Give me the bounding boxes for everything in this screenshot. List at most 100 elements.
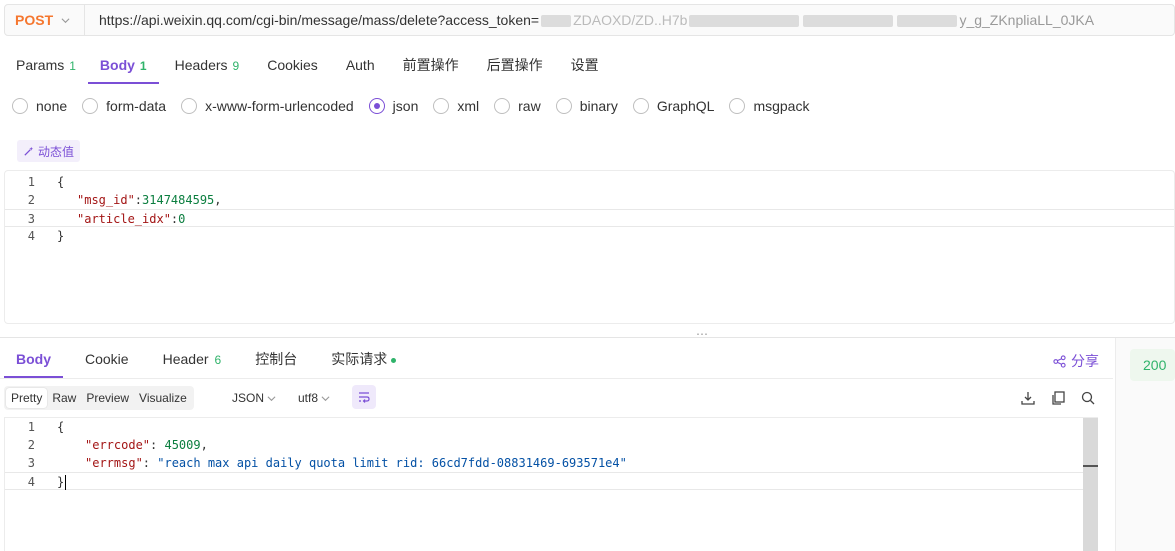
radio-xml[interactable]: xml [433, 98, 479, 114]
json-value: 3147484595 [142, 193, 215, 207]
tab-pre-operations[interactable]: 前置操作 [391, 46, 471, 84]
tab-headers[interactable]: Headers 9 [163, 46, 252, 84]
radio-binary[interactable]: binary [555, 98, 618, 114]
tab-label: Headers [174, 57, 228, 73]
radio-circle [433, 98, 450, 114]
url-fragment: y_g_ZKnpliaLL_0JKA [959, 12, 1095, 28]
code-text: { [57, 420, 65, 434]
radio-circle [181, 98, 198, 114]
tab-response-cookie[interactable]: Cookie [73, 340, 141, 378]
format-preview[interactable]: Preview [81, 388, 134, 408]
encoding-select-value: utf8 [298, 391, 319, 405]
response-body-viewer[interactable]: 1 { 2 "errcode": 45009, 3 "errmsg": "rea… [4, 417, 1098, 551]
share-icon [1053, 354, 1066, 368]
json-brace: } [57, 475, 65, 489]
radio-circle [632, 98, 649, 114]
code-text: } [57, 473, 67, 491]
radio-graphql[interactable]: GraphQL [632, 98, 715, 114]
format-raw[interactable]: Raw [47, 388, 81, 408]
tab-settings[interactable]: 设置 [559, 46, 611, 84]
tab-count: 9 [232, 59, 240, 73]
tab-label: 前置操作 [402, 57, 459, 73]
radio-label: json [392, 98, 419, 114]
dynamic-value-label: 动态值 [38, 144, 75, 159]
tab-response-header[interactable]: Header 6 [151, 340, 234, 378]
redacted-mask [803, 15, 894, 28]
share-label: 分享 [1071, 353, 1099, 369]
dynamic-value-button[interactable]: 动态值 [17, 140, 81, 162]
tab-console[interactable]: 控制台 [243, 340, 309, 378]
request-body-editor[interactable]: 1 { 2 "msg_id":3147484595, 3 "article_id… [4, 170, 1175, 324]
code-line-active: 4 } [5, 472, 1083, 490]
radio-urlencoded[interactable]: x-www-form-urlencoded [181, 98, 354, 114]
share-button[interactable]: 分享 [1053, 351, 1099, 371]
json-sep: : [150, 438, 165, 452]
line-number: 2 [27, 438, 35, 452]
code-text: } [57, 229, 65, 243]
radio-json[interactable]: json [368, 98, 419, 114]
code-line: 2 "errcode": 45009, [5, 436, 1097, 454]
search-icon[interactable] [1080, 390, 1096, 406]
line-number: 3 [27, 212, 35, 226]
format-select[interactable]: JSON [232, 386, 276, 410]
format-toggle: Pretty Raw Preview Visualize [4, 386, 194, 410]
tab-actual-request[interactable]: 实际请求 [319, 340, 408, 378]
tab-body[interactable]: Body 1 [87, 46, 159, 84]
tab-cookies[interactable]: Cookies [255, 46, 330, 84]
radio-form-data[interactable]: form-data [82, 98, 166, 114]
tab-label: 设置 [570, 57, 599, 73]
json-sep: : [142, 456, 158, 470]
format-pretty[interactable]: Pretty [6, 388, 48, 408]
radio-label: x-www-form-urlencoded [205, 98, 354, 114]
radio-label: binary [579, 98, 618, 114]
radio-msgpack[interactable]: msgpack [729, 98, 809, 114]
radio-circle [12, 98, 28, 114]
tab-response-body[interactable]: Body [4, 340, 63, 378]
format-select-value: JSON [232, 391, 265, 405]
tab-count: 1 [139, 59, 147, 73]
tab-label: Params [16, 57, 65, 73]
text-cursor [65, 475, 67, 490]
copy-icon[interactable] [1050, 390, 1066, 406]
radio-label: none [36, 98, 68, 114]
radio-circle [494, 98, 511, 114]
radio-none[interactable]: none [12, 98, 67, 114]
code-line: 1 { [5, 418, 1097, 436]
code-text: "errcode": 45009, [85, 436, 208, 454]
method-label: POST [15, 12, 54, 28]
method-select[interactable]: POST [5, 5, 85, 35]
code-text: { [57, 175, 65, 189]
code-line: 4 } [5, 227, 1174, 245]
json-value: 0 [178, 212, 186, 226]
tab-label: Cookies [267, 57, 318, 73]
download-icon[interactable] [1020, 390, 1036, 406]
chevron-down-icon [321, 395, 330, 401]
tab-auth[interactable]: Auth [334, 46, 387, 84]
code-text: "errmsg": "reach max api daily quota lim… [85, 454, 627, 472]
chevron-down-icon [267, 395, 276, 401]
tab-params[interactable]: Params 1 [0, 46, 88, 84]
radio-label: GraphQL [656, 98, 715, 114]
tab-post-operations[interactable]: 后置操作 [475, 46, 555, 84]
tab-label: Cookie [85, 351, 129, 367]
code-text: "msg_id":3147484595, [77, 191, 222, 209]
tab-count: 6 [214, 353, 222, 367]
url-input[interactable]: https://api.weixin.qq.com/cgi-bin/messag… [85, 12, 1174, 28]
radio-label: msgpack [753, 98, 810, 114]
format-visualize[interactable]: Visualize [134, 388, 192, 408]
vertical-scrollbar[interactable] [1083, 418, 1098, 551]
encoding-select[interactable]: utf8 [298, 386, 330, 410]
radio-raw[interactable]: raw [494, 98, 541, 114]
body-type-group: none form-data x-www-form-urlencoded jso… [12, 98, 824, 114]
magic-wand-icon [24, 146, 34, 156]
line-number: 1 [27, 420, 35, 434]
radio-label: raw [518, 98, 541, 114]
line-number: 1 [27, 175, 35, 189]
divider [0, 337, 1175, 338]
json-key: "article_idx" [77, 212, 171, 226]
tab-label: Body [16, 351, 51, 367]
tab-label: Auth [345, 57, 375, 73]
status-dot-icon [391, 357, 397, 363]
word-wrap-button[interactable] [352, 385, 376, 409]
tab-label: 控制台 [255, 351, 298, 367]
